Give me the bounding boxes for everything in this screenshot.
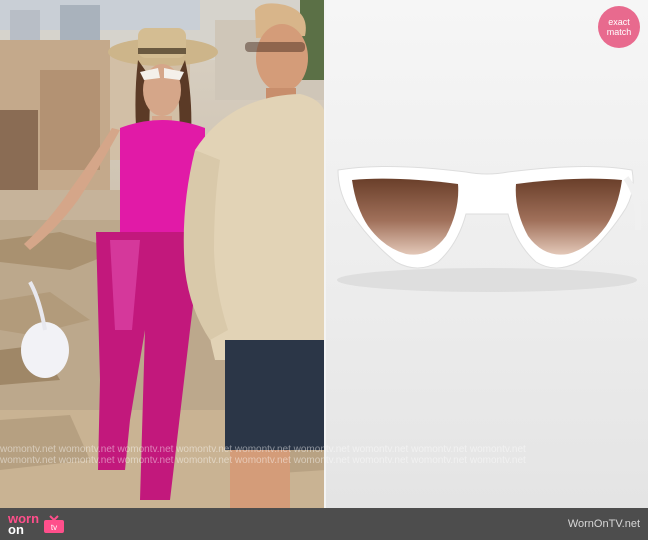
outfit-page: exact match womontv.net womontv.net womo… [0,0,648,540]
wornontv-logo[interactable]: worn on tv [8,512,65,536]
product-photo [326,0,648,508]
watermark-row: womontv.net womontv.net womontv.net womo… [0,444,526,455]
scene-illustration [0,0,326,508]
badge-line1: exact [608,17,630,27]
site-name: WornOnTV.net [567,518,640,530]
footer-bar [0,508,648,540]
logo-word-on: on [8,522,24,537]
tv-icon: tv [44,515,65,533]
scene-photo [0,0,326,508]
exact-match-badge: exact match [598,6,640,48]
watermark: womontv.net womontv.net womontv.net womo… [0,444,648,472]
watermark-row: womontv.net womontv.net womontv.net womo… [0,455,526,466]
badge-line2: match [606,27,632,37]
logo-text: worn on [8,512,39,537]
sunglasses-icon [337,165,642,292]
logo-word-tv: tv [51,523,57,532]
